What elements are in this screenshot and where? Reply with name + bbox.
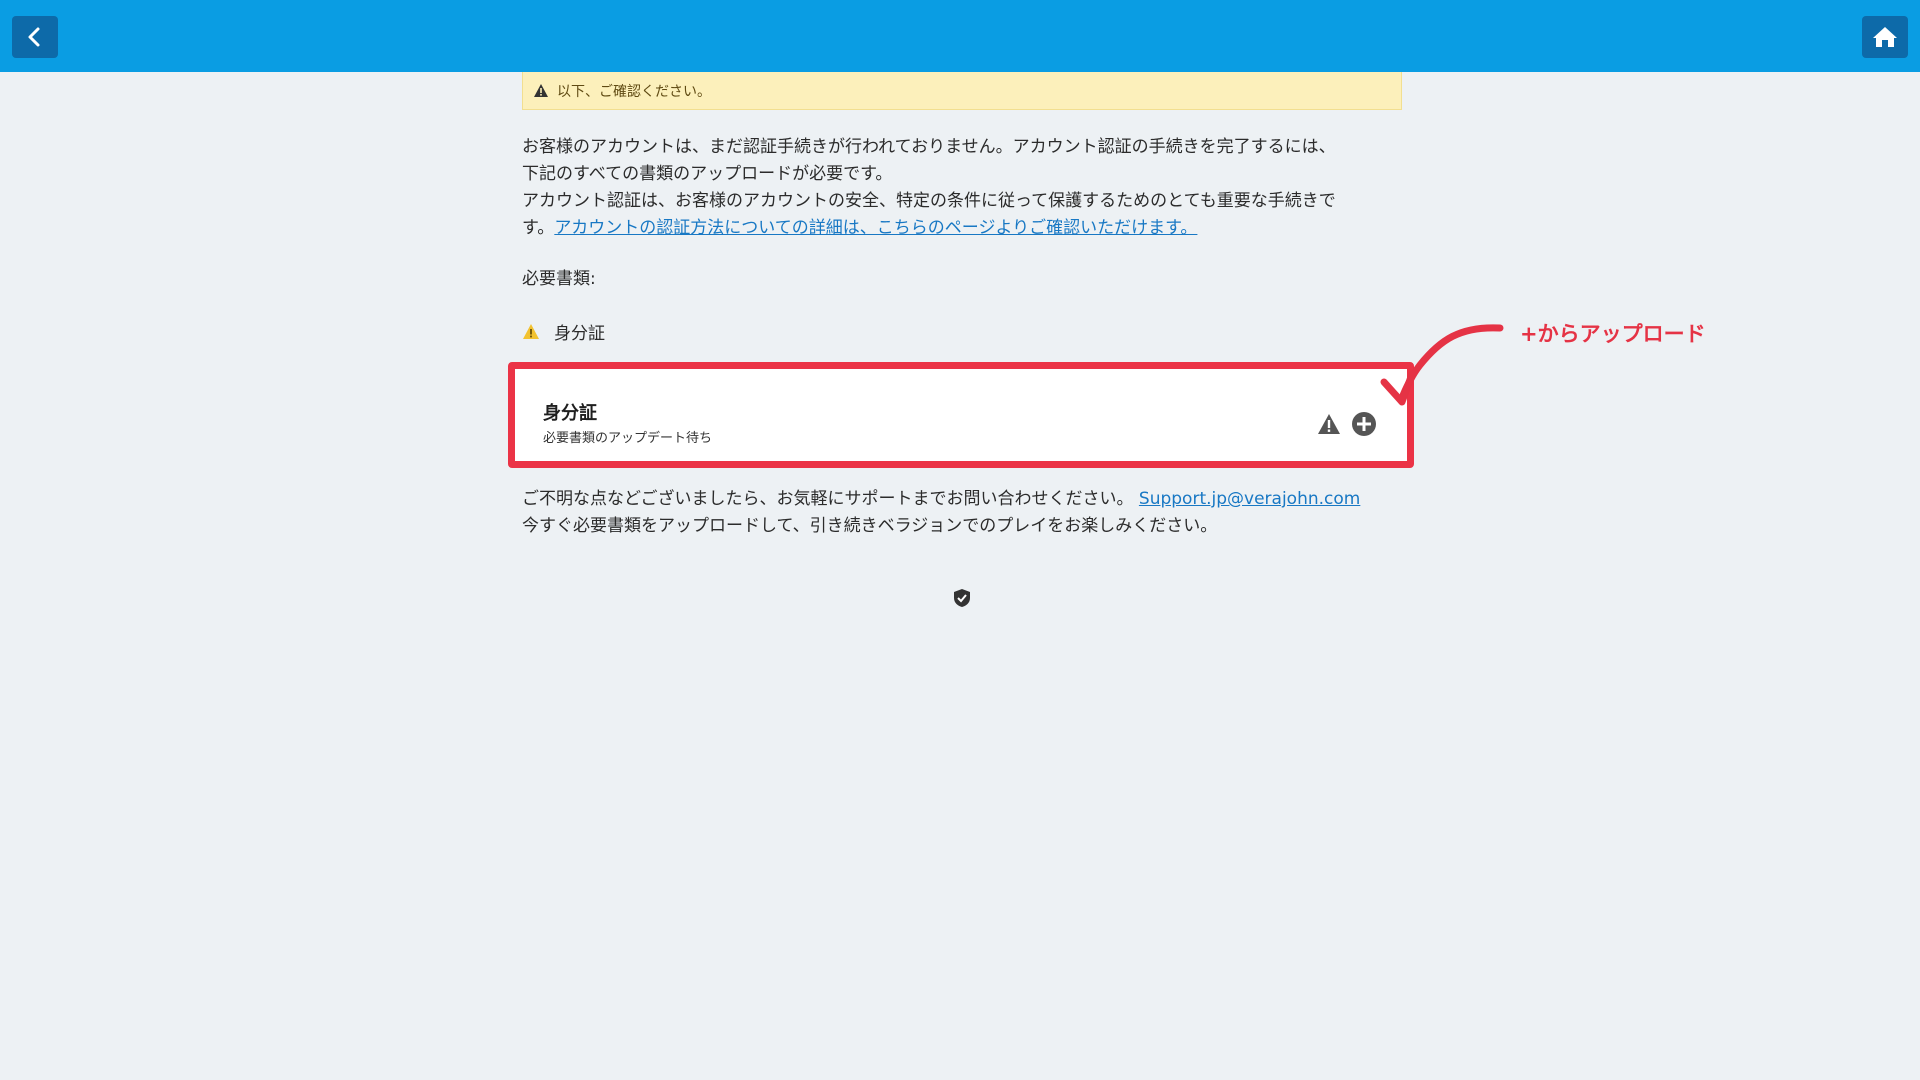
warning-icon [534, 84, 548, 97]
contact-text-body: ご不明な点などございましたら、お気軽にサポートまでお問い合わせください。 [522, 489, 1134, 509]
required-docs-label: 必要書類: [522, 269, 596, 289]
shield-check-icon [954, 589, 970, 607]
document-card-title: 身分証 [543, 403, 597, 424]
upload-hint-annotation: +からアップロード [1520, 322, 1706, 346]
chevron-left-icon [28, 27, 40, 47]
contact-line-1: ご不明な点などございましたら、お気軽にサポートまでお問い合わせください。 Sup… [522, 486, 1402, 513]
contact-text: ご不明な点などございましたら、お気軽にサポートまでお問い合わせください。 Sup… [522, 486, 1402, 540]
contact-line-2: 今すぐ必要書類をアップロードして、引き続きベラジョンでのプレイをお楽しみください… [522, 516, 1218, 536]
intro-line-4: す。アカウントの認証方法についての詳細は、こちらのページよりご確認いただけます。 [522, 215, 1402, 242]
warning-icon [523, 324, 539, 339]
back-button[interactable] [12, 16, 58, 58]
intro-line-3: アカウント認証は、お客様のアカウントの安全、特定の条件に従って保護するためのとて… [522, 191, 1336, 211]
intro-line-4-prefix: す。 [522, 218, 555, 238]
notice-banner: 以下、ご確認ください。 [522, 72, 1402, 110]
warning-icon [1318, 414, 1340, 434]
document-heading: 身分証 [522, 319, 1402, 344]
home-button[interactable] [1862, 16, 1908, 58]
id-document-card: 身分証 必要書類のアップデート待ち [508, 362, 1414, 468]
upload-plus-icon[interactable] [1351, 411, 1377, 437]
document-heading-label: 身分証 [554, 324, 605, 344]
annotation-arrow-icon [1380, 324, 1504, 406]
intro-line-2: 下記のすべての書類のアップロードが必要です。 [522, 164, 893, 184]
intro-text: お客様のアカウントは、まだ認証手続きが行われておりません。アカウント認証の手続き… [522, 134, 1402, 242]
intro-line-1: お客様のアカウントは、まだ認証手続きが行われておりません。アカウント認証の手続き… [522, 137, 1336, 157]
main-content: 以下、ご確認ください。 お客様のアカウントは、まだ認証手続きが行われておりません… [508, 72, 1414, 607]
support-email-link[interactable]: Support.jp@verajohn.com [1139, 489, 1360, 509]
verification-details-link[interactable]: アカウントの認証方法についての詳細は、こちらのページよりご確認いただけます。 [554, 218, 1197, 238]
notice-text: 以下、ご確認ください。 [557, 83, 711, 100]
document-card-status: 必要書類のアップデート待ち [543, 431, 713, 446]
home-icon [1873, 27, 1897, 47]
top-bar [0, 0, 1920, 72]
